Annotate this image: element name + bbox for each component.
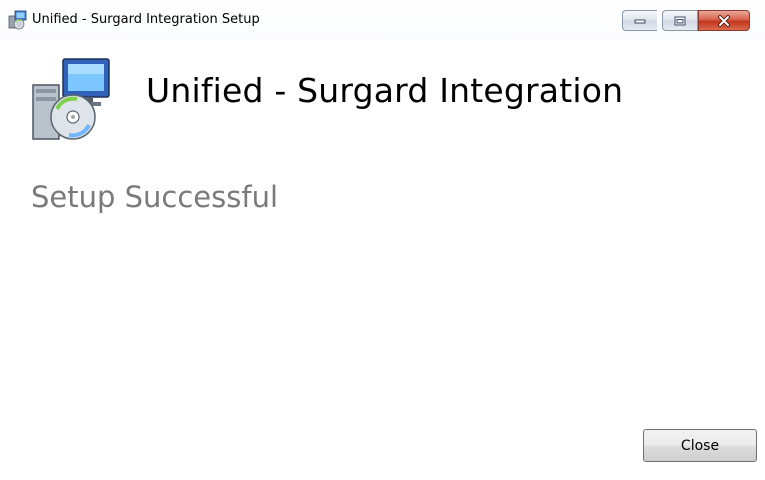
window-title: Unified - Surgard Integration Setup xyxy=(32,12,260,27)
setup-status-text: Setup Successful xyxy=(31,180,279,214)
close-window-button[interactable] xyxy=(698,10,750,31)
minimize-icon xyxy=(634,19,646,23)
page-title: Unified - Surgard Integration xyxy=(146,71,624,110)
maximize-button[interactable] xyxy=(662,10,698,31)
setup-installer-icon xyxy=(8,10,28,30)
title-bar[interactable]: Unified - Surgard Integration Setup xyxy=(0,0,765,40)
setup-window: Unified - Surgard Integration Setup Unif… xyxy=(0,0,765,480)
minimize-button[interactable] xyxy=(622,10,657,31)
maximize-icon xyxy=(674,16,686,25)
close-button[interactable]: Close xyxy=(643,429,757,462)
setup-installer-icon xyxy=(27,55,119,147)
close-icon xyxy=(718,14,730,27)
caption-buttons xyxy=(622,10,750,31)
